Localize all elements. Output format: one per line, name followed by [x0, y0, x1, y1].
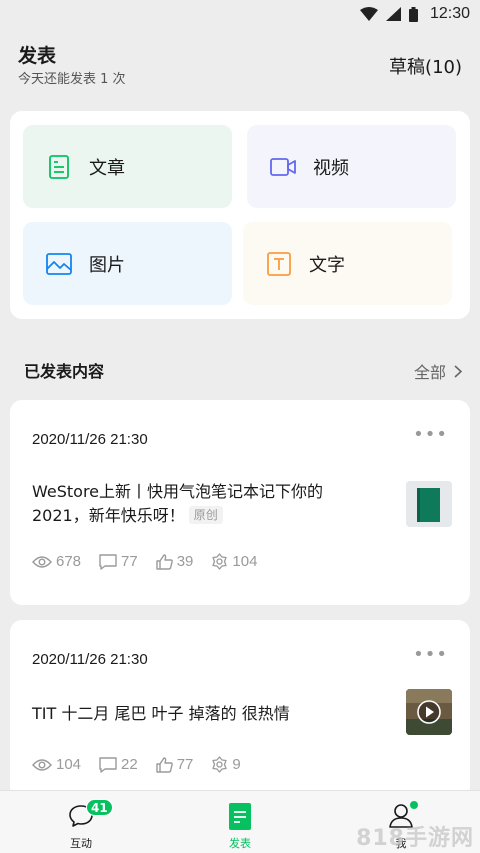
comments-stat: 22 [99, 756, 138, 773]
post-card[interactable]: 2020/11/26 21:30 ••• WeStore上新丨快用气泡笔记本记下… [10, 400, 470, 605]
likes-count: 39 [176, 553, 194, 570]
publish-article-button[interactable]: 文章 [23, 125, 232, 208]
views-count: 104 [56, 756, 82, 773]
publish-quota-text: 今天还能发表 1 次 [18, 72, 126, 87]
post-title: WeStore上新丨快用气泡笔记本记下你的2021，新年快乐呀！ 原创 [32, 480, 372, 528]
tab-publish[interactable]: 发表 [190, 791, 290, 853]
flower-share-icon [212, 756, 228, 773]
shares-count: 9 [232, 756, 241, 773]
publish-image-label: 图片 [89, 254, 125, 276]
comment-icon [99, 553, 117, 570]
status-time: 12:30 [429, 5, 470, 22]
views-stat: 104 [32, 756, 81, 773]
comments-stat: 77 [99, 553, 138, 570]
wifi-icon [359, 7, 378, 21]
status-bar: 12:30 [0, 0, 480, 28]
video-thumbnail-with-play [406, 689, 452, 735]
page-title: 发表 [18, 45, 57, 67]
publish-video-button[interactable]: 视频 [247, 125, 456, 208]
view-all-label: 全部 [413, 363, 446, 382]
likes-count: 77 [176, 756, 194, 773]
signal-icon [385, 7, 401, 21]
text-icon [265, 250, 293, 278]
post-date: 2020/11/26 21:30 [32, 651, 148, 668]
likes-stat: 39 [156, 553, 194, 570]
post-card[interactable]: 2020/11/26 21:30 ••• TIT 十二月 尾巴 叶子 掉落的 很… [10, 620, 470, 800]
publish-image-button[interactable]: 图片 [23, 222, 232, 305]
article-icon [45, 153, 73, 181]
post-date: 2020/11/26 21:30 [32, 431, 148, 448]
thumbs-up-icon [156, 553, 173, 570]
publish-text-label: 文字 [309, 254, 345, 276]
publish-document-icon [229, 802, 251, 830]
site-watermark: 818手游网 [356, 826, 474, 851]
eye-icon [32, 555, 52, 568]
flower-share-icon [212, 553, 228, 570]
post-title: TIT 十二月 尾巴 叶子 掉落的 很热情 [32, 704, 290, 723]
tab-publish-icon-wrap [229, 802, 251, 830]
comment-icon [99, 756, 117, 773]
likes-stat: 77 [156, 756, 194, 773]
view-all-button[interactable]: 全部 [414, 359, 462, 383]
interact-count-badge: 41 [86, 799, 113, 816]
tab-interact-icon-wrap: 41 [68, 799, 113, 830]
views-stat: 678 [32, 553, 81, 570]
tab-interact[interactable]: 41 互动 [31, 791, 131, 853]
shares-stat: 104 [211, 553, 257, 570]
original-badge: 原创 [188, 506, 223, 524]
shares-stat: 9 [211, 756, 241, 773]
tab-publish-label: 发表 [229, 837, 251, 850]
more-options-icon[interactable]: ••• [413, 426, 448, 444]
me-notification-dot [410, 801, 418, 809]
publish-type-card: 文章 视频 图片 文字 [10, 111, 470, 319]
comments-count: 77 [121, 553, 138, 570]
thumbs-up-icon [156, 756, 173, 773]
post-title-text: WeStore上新丨快用气泡笔记本记下你的2021，新年快乐呀！ [32, 482, 324, 525]
header: 发表 今天还能发表 1 次 草稿(10) [0, 38, 480, 98]
image-icon [45, 250, 73, 278]
tab-interact-label: 互动 [70, 837, 92, 850]
published-section-title: 已发表内容 [24, 362, 105, 381]
publish-article-label: 文章 [89, 157, 125, 179]
green-notebook-thumbnail [406, 481, 452, 527]
battery-icon [408, 6, 418, 22]
chevron-right-icon [454, 364, 462, 378]
eye-icon [32, 758, 52, 771]
post-stats: 104 22 77 9 [32, 756, 241, 773]
more-options-icon[interactable]: ••• [413, 646, 448, 664]
post-stats: 678 77 39 104 [32, 553, 257, 570]
video-icon [269, 153, 297, 181]
comments-count: 22 [121, 756, 138, 773]
publish-text-button[interactable]: 文字 [243, 222, 452, 305]
views-count: 678 [56, 553, 82, 570]
shares-count: 104 [232, 553, 258, 570]
drafts-button[interactable]: 草稿(10) [389, 53, 462, 79]
publish-video-label: 视频 [313, 157, 349, 179]
